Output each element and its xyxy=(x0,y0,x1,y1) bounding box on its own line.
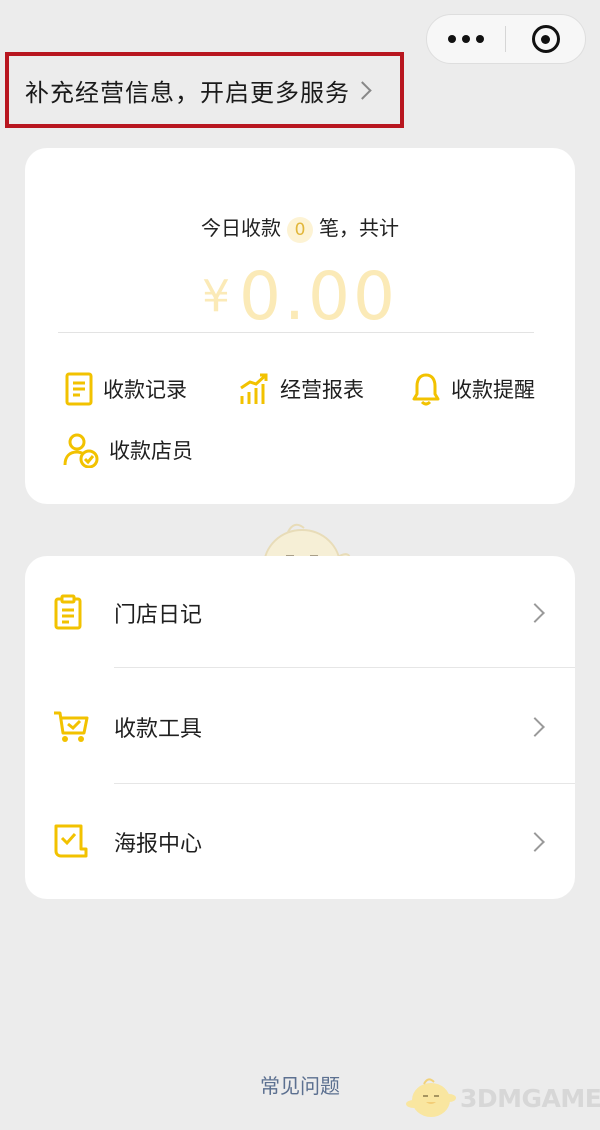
today-prefix: 今日收款 xyxy=(201,216,281,240)
summary-card: 今日收款 0 笔，共计 ¥0.00 收款记录 经营报表 收款提醒 收款店员 xyxy=(25,148,575,504)
quick-action-label: 经营报表 xyxy=(280,378,364,402)
quick-action-label: 收款记录 xyxy=(103,378,187,402)
menu-card: 门店日记 收款工具 海报中心 xyxy=(25,556,575,899)
quick-action-reports[interactable]: 经营报表 xyxy=(238,372,364,406)
menu-item-poster-center[interactable]: 海报中心 xyxy=(25,785,575,899)
clipboard-icon xyxy=(54,594,82,630)
menu-item-label: 海报中心 xyxy=(114,832,203,857)
watermark-mascot-icon xyxy=(406,1078,456,1117)
info-banner[interactable]: 补充经营信息，开启更多服务 xyxy=(5,52,404,128)
capsule-menu xyxy=(426,14,586,64)
divider xyxy=(114,667,575,668)
today-suffix: 笔，共计 xyxy=(319,216,399,240)
chevron-right-icon xyxy=(525,603,545,623)
more-dots-icon[interactable] xyxy=(427,35,505,43)
currency-symbol: ¥ xyxy=(202,271,234,322)
menu-item-label: 门店日记 xyxy=(114,603,203,628)
document-icon xyxy=(65,372,93,406)
quick-action-reminder[interactable]: 收款提醒 xyxy=(411,372,535,406)
watermark-text: 3DMGAME xyxy=(460,1083,600,1113)
today-count-badge: 0 xyxy=(287,217,313,243)
menu-item-payment-tools[interactable]: 收款工具 xyxy=(25,670,575,784)
today-amount: ¥0.00 xyxy=(25,260,575,334)
menu-item-label: 收款工具 xyxy=(114,717,203,742)
chevron-right-icon xyxy=(353,80,372,100)
staff-check-icon xyxy=(63,433,99,468)
poster-check-icon xyxy=(54,824,88,858)
growth-chart-icon xyxy=(240,373,268,404)
quick-action-label: 收款提醒 xyxy=(451,378,535,402)
chevron-right-icon xyxy=(525,832,545,852)
target-circle-icon[interactable] xyxy=(506,25,585,53)
banner-text: 补充经营信息，开启更多服务 xyxy=(25,78,350,107)
menu-item-store-diary[interactable]: 门店日记 xyxy=(25,556,575,670)
quick-action-records[interactable]: 收款记录 xyxy=(65,372,187,406)
today-summary: 今日收款 0 笔，共计 xyxy=(25,212,575,243)
quick-action-staff[interactable]: 收款店员 xyxy=(63,432,193,468)
watermark: 3DMGAME xyxy=(404,1076,600,1120)
chevron-right-icon xyxy=(525,717,545,737)
cart-check-icon xyxy=(54,711,89,742)
bell-icon xyxy=(412,373,440,406)
quick-action-label: 收款店员 xyxy=(109,439,193,463)
amount-value: 0.00 xyxy=(239,258,398,335)
divider xyxy=(114,783,575,784)
divider xyxy=(58,332,534,333)
